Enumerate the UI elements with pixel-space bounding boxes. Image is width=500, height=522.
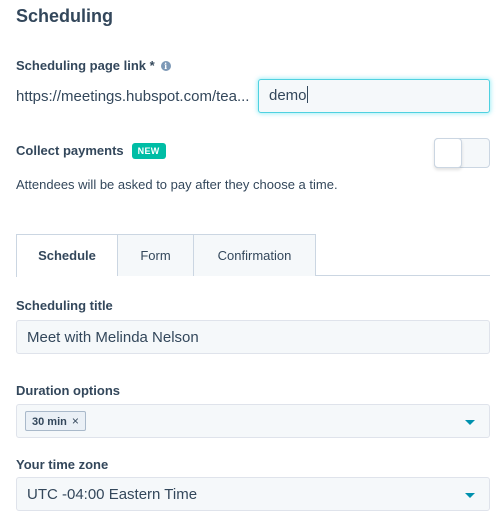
url-prefix: https://meetings.hubspot.com/tea... xyxy=(16,88,250,105)
text-cursor xyxy=(306,86,308,103)
scheduling-title-label: Scheduling title xyxy=(16,298,113,313)
time-zone-select[interactable]: UTC -04:00 Eastern Time xyxy=(16,477,490,511)
time-zone-label: Your time zone xyxy=(16,457,109,472)
scheduling-page-link-label-text: Scheduling page link * xyxy=(16,58,155,73)
tab-form[interactable]: Form xyxy=(117,234,194,276)
page-slug-value: demo xyxy=(269,87,307,104)
close-icon[interactable]: × xyxy=(72,414,79,428)
page-slug-input[interactable]: demo xyxy=(258,79,490,113)
scheduling-title-input[interactable]: Meet with Melinda Nelson xyxy=(16,320,490,354)
toggle-knob[interactable] xyxy=(434,138,462,168)
time-zone-value: UTC -04:00 Eastern Time xyxy=(27,486,198,503)
collect-payments-help-text: Attendees will be asked to pay after the… xyxy=(16,177,338,192)
chevron-down-icon[interactable] xyxy=(465,493,475,498)
duration-options-label: Duration options xyxy=(16,383,120,398)
collect-payments-label-text: Collect payments xyxy=(16,143,124,158)
duration-options-select[interactable]: 30 min × xyxy=(16,404,490,438)
tab-confirmation[interactable]: Confirmation xyxy=(193,234,316,276)
page-title: Scheduling xyxy=(16,6,114,26)
scheduling-page-link-label: Scheduling page link * i xyxy=(16,58,171,73)
tab-bar: Schedule Form Confirmation xyxy=(16,234,490,277)
chevron-down-icon[interactable] xyxy=(465,420,475,425)
info-icon[interactable]: i xyxy=(160,61,171,71)
tab-schedule[interactable]: Schedule xyxy=(16,234,117,277)
duration-chip: 30 min × xyxy=(25,411,86,431)
collect-payments-label: Collect payments NEW xyxy=(16,143,166,159)
collect-payments-toggle[interactable] xyxy=(434,138,490,168)
new-badge: NEW xyxy=(131,143,166,159)
duration-chip-label: 30 min xyxy=(32,416,67,428)
